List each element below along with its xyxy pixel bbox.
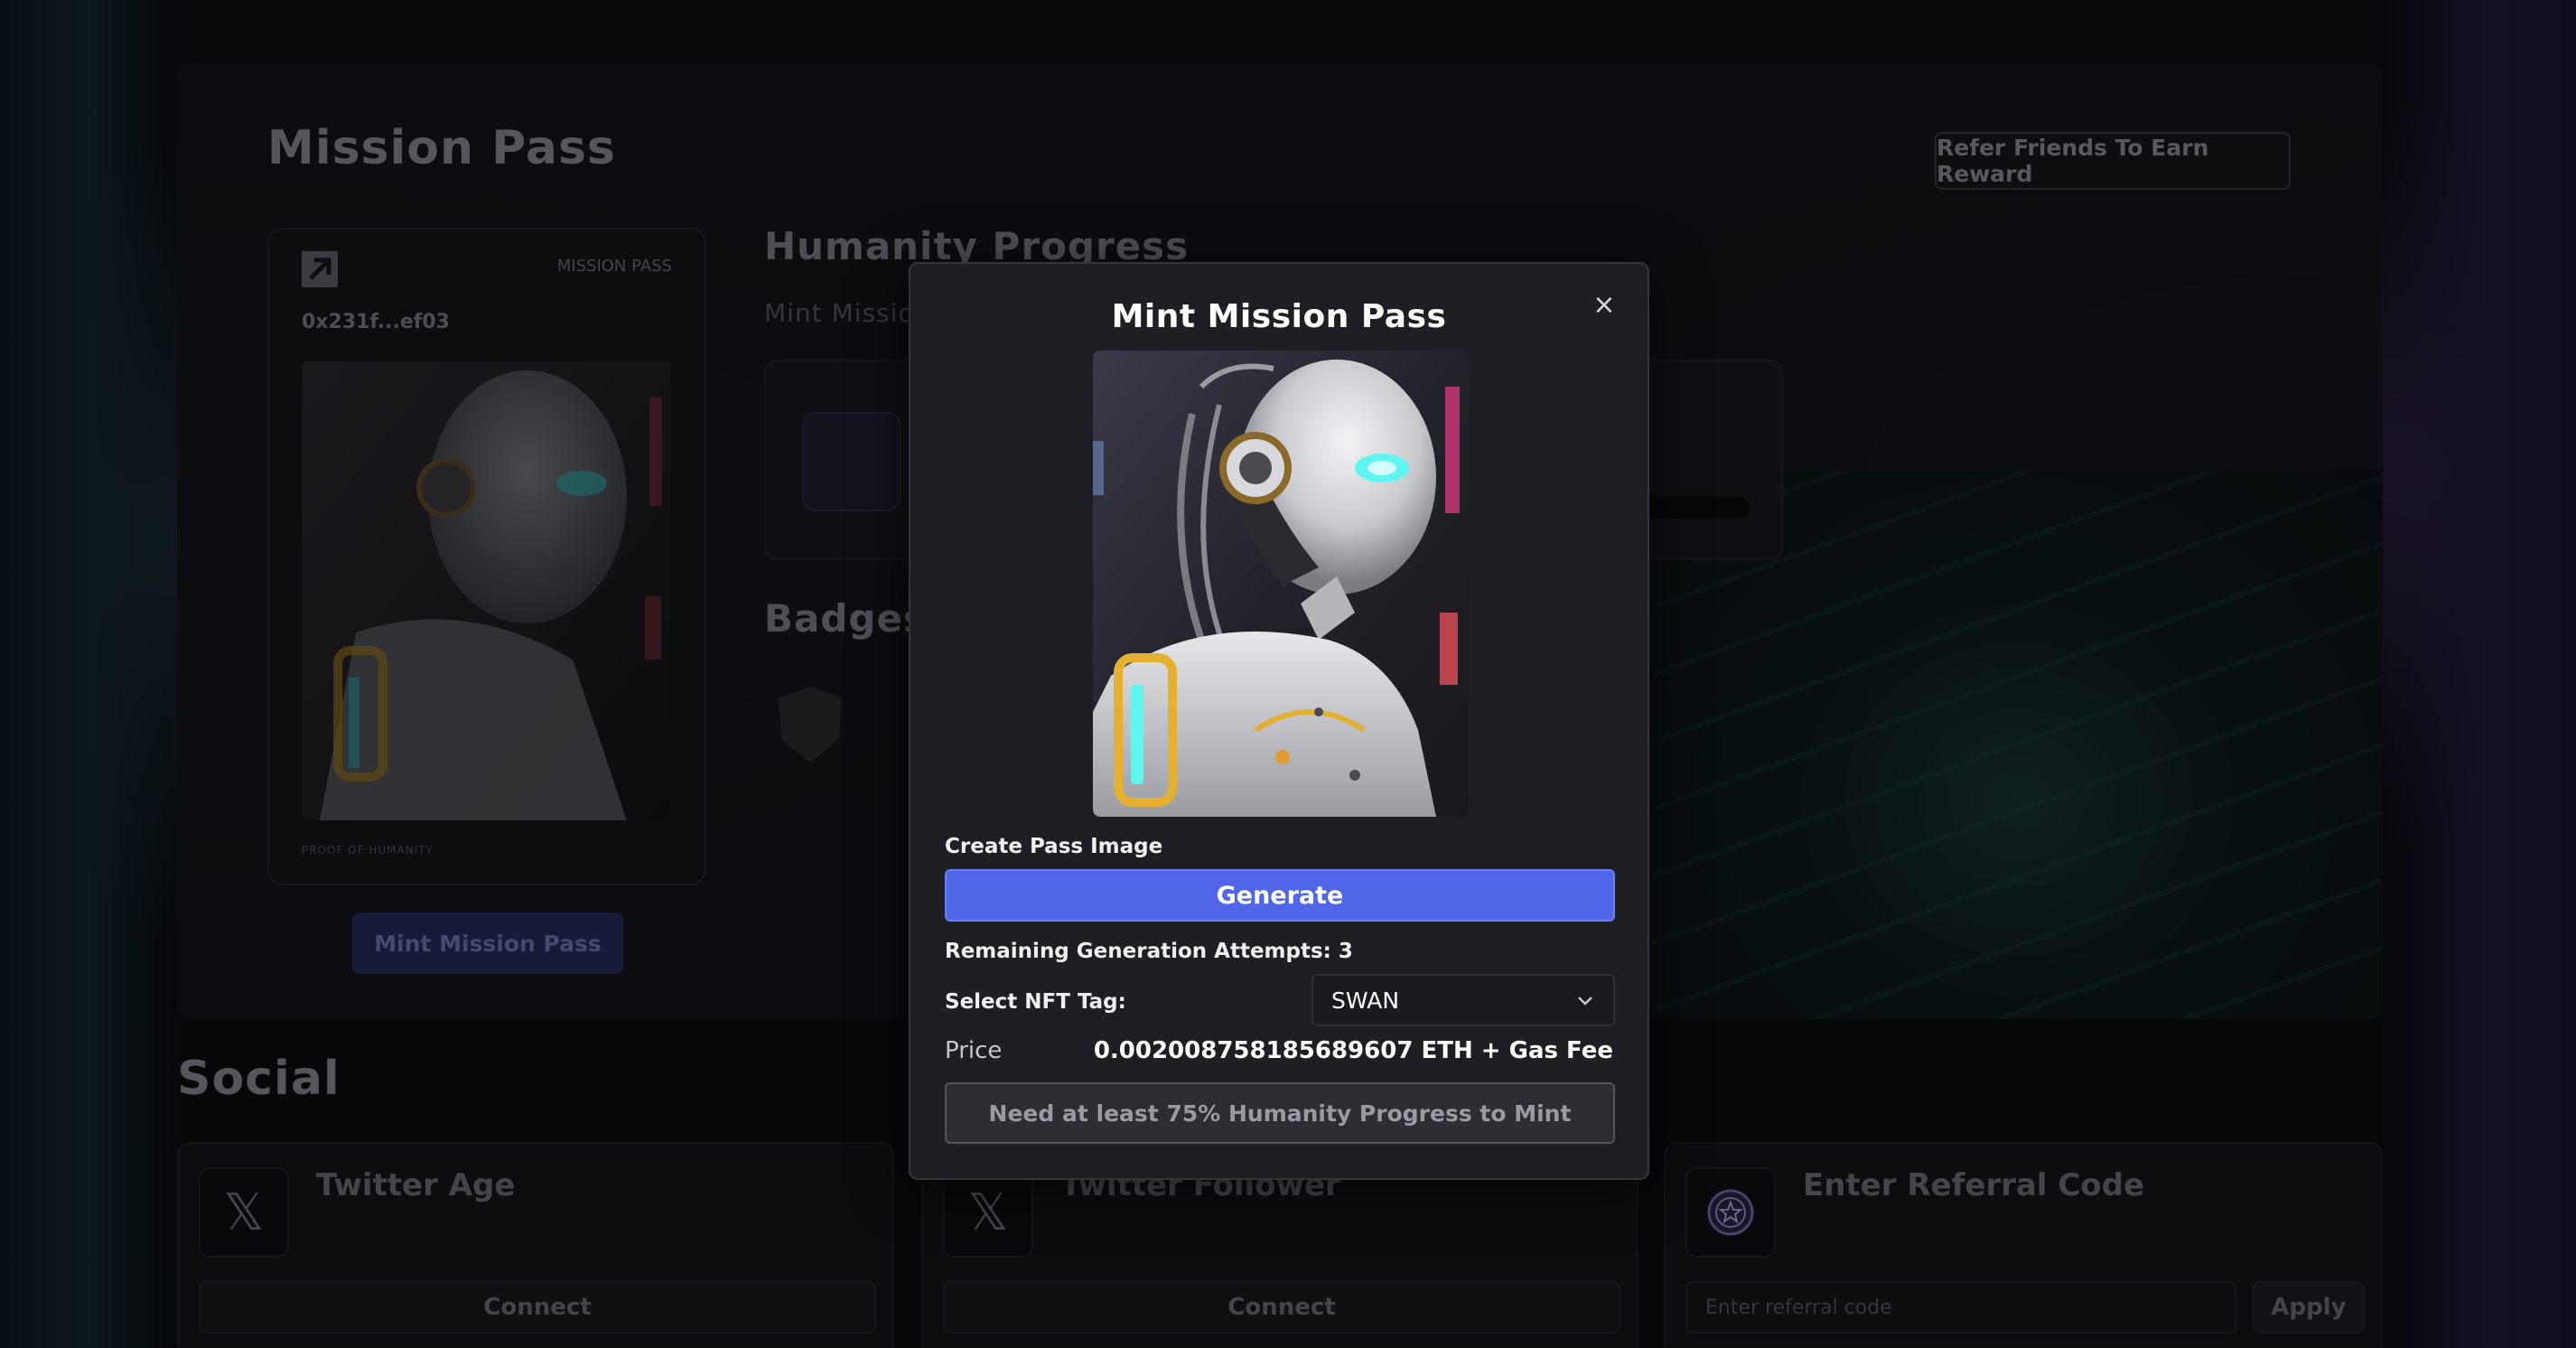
select-nft-tag-label: Select NFT Tag: [945,990,1126,1014]
generated-pass-image [1093,351,1469,817]
mint-mission-pass-modal: Mint Mission Pass × Create Pass Image Ge… [909,262,1649,1180]
price-label: Price [945,1037,1003,1064]
modal-title: Mint Mission Pass [1111,298,1447,335]
nft-tag-select[interactable]: SWAN [1311,974,1615,1026]
generate-button[interactable]: Generate [945,869,1615,922]
nft-tag-value: SWAN [1331,987,1400,1014]
remaining-attempts-label: Remaining Generation Attempts: 3 [945,940,1353,963]
chevron-down-icon [1577,989,1593,1011]
price-value: 0.002008758185689607 ETH + Gas Fee [1093,1037,1613,1064]
mint-disabled-button[interactable]: Need at least 75% Humanity Progress to M… [945,1082,1615,1144]
create-pass-image-label: Create Pass Image [945,835,1163,858]
close-icon[interactable]: × [1586,287,1622,323]
